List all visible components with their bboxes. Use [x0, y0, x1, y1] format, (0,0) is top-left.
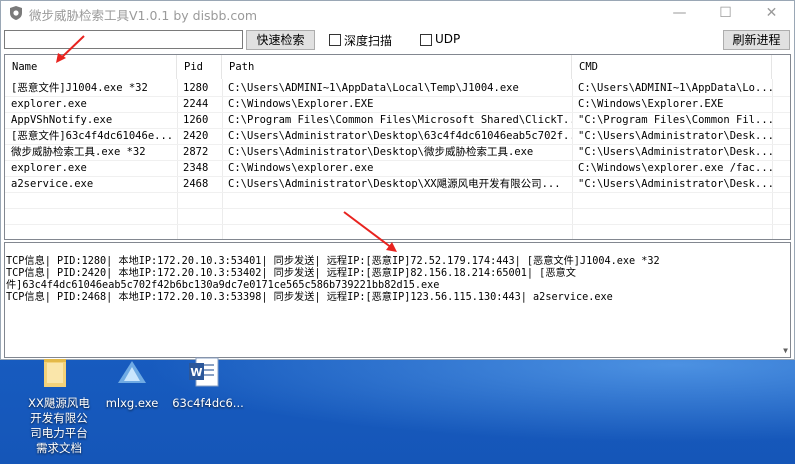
app-shield-icon — [10, 6, 22, 20]
cell-cmd: C:\Windows\explorer.exe /fac... — [578, 162, 772, 174]
cell-pid: 1280 — [183, 82, 209, 94]
table-row[interactable]: explorer.exe 2348 C:\Windows\explorer.ex… — [5, 160, 790, 176]
cell-pid: 2348 — [183, 162, 209, 174]
column-header-pid[interactable]: Pid — [177, 55, 222, 79]
table-row[interactable]: explorer.exe 2244 C:\Windows\Explorer.EX… — [5, 96, 790, 112]
cell-name: a2service.exe — [11, 178, 94, 190]
column-header-cmd[interactable]: CMD — [572, 55, 772, 79]
window-title: 微步威胁检索工具V1.0.1 by disbb.com — [29, 8, 258, 23]
cell-name: 微步威胁检索工具.exe *32 — [11, 146, 146, 158]
cell-path: C:\Users\ADMINI~1\AppData\Local\Temp\J10… — [228, 82, 519, 94]
cell-name: [恶意文件]J1004.exe *32 — [11, 82, 148, 94]
deep-scan-label: 深度扫描 — [344, 34, 393, 48]
refresh-processes-button[interactable]: 刷新进程 — [723, 30, 790, 50]
minimize-button[interactable]: — — [657, 1, 702, 25]
cell-pid: 1260 — [183, 114, 209, 126]
cell-path: C:\Windows\Explorer.EXE — [228, 98, 374, 110]
cell-name: [恶意文件]63c4f4dc61046e... — [11, 130, 174, 142]
column-header-path[interactable]: Path — [222, 55, 572, 79]
exe-icon[interactable] — [112, 355, 152, 391]
main-window: 微步威胁检索工具V1.0.1 by disbb.com — ☐ ✕ 快速检索 深… — [0, 0, 795, 360]
process-list[interactable]: Name Pid Path CMD [恶意文件]J1004.exe *32 12… — [4, 54, 791, 240]
desktop-icon-label-exe: mlxg.exe — [105, 396, 159, 410]
word-doc-icon[interactable]: W — [186, 355, 222, 391]
cell-name: explorer.exe — [11, 98, 87, 110]
cell-cmd: C:\Windows\Explorer.EXE — [578, 98, 724, 110]
udp-checkbox[interactable] — [420, 34, 432, 46]
deep-scan-checkbox[interactable] — [329, 34, 341, 46]
cell-pid: 2420 — [183, 130, 209, 142]
log-line: TCP信息| PID:2420| 本地IP:172.20.10.3:53402|… — [6, 268, 576, 279]
udp-label: UDP — [435, 32, 461, 46]
title-bar[interactable]: 微步威胁检索工具V1.0.1 by disbb.com — ☐ ✕ — [1, 1, 794, 25]
table-row[interactable]: [恶意文件]J1004.exe *32 1280 C:\Users\ADMINI… — [5, 80, 790, 96]
log-line: TCP信息| PID:1280| 本地IP:172.20.10.3:53401|… — [6, 256, 660, 267]
maximize-button[interactable]: ☐ — [703, 1, 748, 25]
folder-icon[interactable] — [38, 355, 74, 391]
log-line: TCP信息| PID:2468| 本地IP:172.20.10.3:53398|… — [6, 292, 613, 303]
cell-cmd: "C:\Users\Administrator\Desk... — [578, 146, 772, 158]
cell-cmd: "C:\Users\Administrator\Desk... — [578, 178, 772, 190]
cell-name: explorer.exe — [11, 162, 87, 174]
cell-path: C:\Users\Administrator\Desktop\XX飓源风电开发有… — [228, 178, 561, 190]
cell-path: C:\Users\Administrator\Desktop\63c4f4dc6… — [228, 130, 572, 142]
connection-log[interactable]: TCP信息| PID:1280| 本地IP:172.20.10.3:53401|… — [4, 242, 791, 358]
cell-path: C:\Windows\explorer.exe — [228, 162, 374, 174]
log-line: 件]63c4f4dc61046eab5c702f42b6bc130a9dc7e0… — [6, 280, 440, 291]
search-input[interactable] — [4, 30, 243, 49]
cell-pid: 2244 — [183, 98, 209, 110]
column-header-name[interactable]: Name — [5, 55, 177, 79]
cell-cmd: C:\Users\ADMINI~1\AppData\Lo... — [578, 82, 772, 94]
desktop-icon-label-doc: 63c4f4dc6... — [172, 396, 244, 410]
cell-name: AppVShNotify.exe — [11, 114, 113, 126]
svg-text:W: W — [190, 366, 202, 379]
toolbar: 快速检索 深度扫描 UDP 刷新进程 — [1, 27, 794, 53]
cell-cmd: "C:\Users\Administrator\Desk... — [578, 130, 772, 142]
cell-cmd: "C:\Program Files\Common Fil... — [578, 114, 772, 126]
table-row[interactable]: a2service.exe 2468 C:\Users\Administrato… — [5, 176, 790, 192]
quick-search-button[interactable]: 快速检索 — [246, 30, 315, 50]
list-header: Name Pid Path CMD — [5, 55, 790, 79]
cell-path: C:\Program Files\Common Files\Microsoft … — [228, 114, 572, 126]
cell-path: C:\Users\Administrator\Desktop\微步威胁检索工具.… — [228, 146, 534, 158]
scroll-down-arrow-icon[interactable]: ▼ — [783, 345, 788, 357]
cell-pid: 2468 — [183, 178, 209, 190]
cell-pid: 2872 — [183, 146, 209, 158]
close-button[interactable]: ✕ — [749, 1, 794, 25]
table-row[interactable]: 微步威胁检索工具.exe *32 2872 C:\Users\Administr… — [5, 144, 790, 160]
table-row[interactable]: AppVShNotify.exe 1260 C:\Program Files\C… — [5, 112, 790, 128]
table-row[interactable]: [恶意文件]63c4f4dc61046e... 2420 C:\Users\Ad… — [5, 128, 790, 144]
desktop-icon-label-folder: XX飓源风电 开发有限公 司电力平台 需求文档 — [28, 396, 90, 455]
